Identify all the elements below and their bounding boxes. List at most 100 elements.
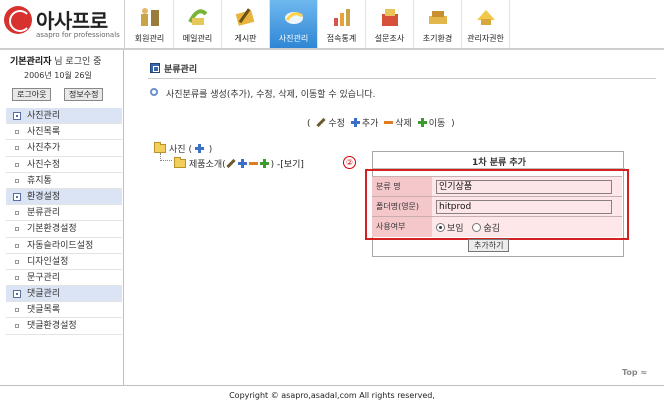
nav-item-photo-add[interactable]: 사진추가 xyxy=(6,140,122,157)
nav-item-basic-settings[interactable]: 기본환경설정 xyxy=(6,221,122,238)
menu-label: 접속통계 xyxy=(326,34,357,43)
nav-label: 분류관리 xyxy=(27,208,61,219)
logout-button[interactable]: 로그아웃 xyxy=(12,88,52,101)
nav-category-settings[interactable]: 환경설정 xyxy=(6,188,122,206)
bullet-icon xyxy=(15,211,19,216)
category-icon xyxy=(13,192,21,201)
legend-edit: 수정 xyxy=(328,119,345,129)
legend-move: 이동 xyxy=(428,119,446,129)
nav-item-trash[interactable]: 휴지통 xyxy=(6,173,122,189)
title-divider xyxy=(148,78,656,79)
category-icon xyxy=(13,112,21,120)
menu-label: 사진관리 xyxy=(278,34,309,43)
nav-category-comments[interactable]: 댓글관리 xyxy=(6,286,122,303)
menu-item-members[interactable]: 회원관리 xyxy=(126,0,174,48)
main-menu: 회원관리 메일관리 게시판 사진관리 접속통계 설문조사 초기환경 관리자권한 xyxy=(126,0,510,48)
page-title: 분류관리 xyxy=(164,65,198,75)
menu-item-statistics[interactable]: 접속통계 xyxy=(318,0,366,48)
bullet-icon xyxy=(15,162,19,167)
user-name: 기본관리자 xyxy=(10,57,52,67)
nav-item-phrase-manage[interactable]: 문구관리 xyxy=(6,270,122,287)
legend-add: 추가 xyxy=(361,119,379,129)
menu-label: 회원관리 xyxy=(134,34,165,43)
init-settings-icon xyxy=(429,11,447,24)
sidebar-nav: 사진관리 사진목록 사진추가 사진수정 휴지통 환경설정 분류관리 기본환경설정… xyxy=(6,108,122,335)
top-link-label: Top xyxy=(622,368,638,377)
sidebar: 기본관리자 님 로그인 중 2006년 10월 26일 로그아웃 정보수정 사진… xyxy=(0,50,124,385)
folder-icon xyxy=(154,142,166,153)
bullet-icon xyxy=(15,259,19,264)
login-suffix: 님 로그인 중 xyxy=(51,57,102,67)
nav-label: 댓글목록 xyxy=(27,305,61,316)
survey-icon xyxy=(382,9,398,26)
tree-node-label[interactable]: 제품소개 xyxy=(189,160,222,170)
bullet-icon xyxy=(15,275,19,280)
add-root-category-icon[interactable] xyxy=(194,144,204,153)
nav-item-design-settings[interactable]: 디자인설정 xyxy=(6,254,122,270)
tree-root-close: ) xyxy=(208,145,213,155)
back-to-top-link[interactable]: Top ≈ xyxy=(622,368,647,377)
brand-logo[interactable]: 아사프로 asapro for professionals xyxy=(4,4,120,44)
nav-item-slideshow-settings[interactable]: 자동슬라이드설정 xyxy=(6,238,122,254)
panel-title: 1차 분류 추가 xyxy=(472,158,526,168)
nav-item-category-manage[interactable]: 분류관리 xyxy=(6,205,122,222)
highlight-frame xyxy=(365,169,629,240)
nav-label: 댓글관리 xyxy=(27,289,61,300)
bullet-icon xyxy=(15,227,19,232)
section-icon xyxy=(150,63,160,73)
move-plus-icon[interactable] xyxy=(259,159,269,168)
legend-delete: 삭제 xyxy=(395,119,412,129)
brand-name: 아사프로 xyxy=(36,9,108,33)
menu-label: 설문조사 xyxy=(374,34,405,43)
nav-category-photo[interactable]: 사진관리 xyxy=(6,108,122,125)
edit-info-button[interactable]: 정보수정 xyxy=(64,88,104,101)
menu-item-survey[interactable]: 설문조사 xyxy=(366,0,414,48)
logo-mark-icon xyxy=(4,6,32,34)
move-plus-icon xyxy=(417,118,427,127)
menu-item-init-settings[interactable]: 초기환경 xyxy=(414,0,462,48)
menu-label: 게시판 xyxy=(234,34,257,43)
tree-connector xyxy=(160,153,172,161)
menu-item-photo[interactable]: 사진관리 xyxy=(270,0,318,48)
page-description: 사진분류를 생성(추가), 수정, 삭제, 이동할 수 있습니다. xyxy=(166,90,376,100)
nav-item-photo-edit[interactable]: 사진수정 xyxy=(6,157,122,173)
nav-item-photo-list[interactable]: 사진목록 xyxy=(6,124,122,141)
menu-label: 초기환경 xyxy=(422,34,453,43)
step-marker: ② xyxy=(343,156,356,169)
edit-pencil-icon[interactable] xyxy=(226,158,236,169)
current-date: 2006년 10월 26일 xyxy=(24,71,92,80)
photo-icon xyxy=(285,12,303,24)
tree-node-open: ( xyxy=(222,160,226,170)
board-icon xyxy=(235,8,255,26)
mail-icon xyxy=(188,9,208,25)
nav-item-comment-list[interactable]: 댓글목록 xyxy=(6,302,122,319)
add-category-button[interactable]: 추가하기 xyxy=(468,239,510,252)
bullet-icon xyxy=(15,146,19,151)
menu-label: 관리자권한 xyxy=(467,34,504,43)
top-bar: 아사프로 asapro for professionals 회원관리 메일관리 … xyxy=(0,0,664,48)
add-plus-icon[interactable] xyxy=(237,159,247,168)
view-link[interactable]: -[보기] xyxy=(277,160,304,170)
delete-minus-icon xyxy=(384,121,394,124)
bullet-icon xyxy=(15,178,19,183)
info-bullet-icon xyxy=(150,88,158,96)
menu-item-admin-permission[interactable]: 관리자권한 xyxy=(462,0,510,48)
nav-item-comment-settings[interactable]: 댓글환경설정 xyxy=(6,318,122,335)
edit-pencil-icon xyxy=(316,117,326,128)
nav-label: 휴지통 xyxy=(27,175,52,186)
bullet-icon xyxy=(15,243,19,248)
nav-label: 자동슬라이드설정 xyxy=(27,240,94,251)
menu-item-mail[interactable]: 메일관리 xyxy=(174,0,222,48)
delete-minus-icon[interactable] xyxy=(248,162,258,165)
brand-tagline: asapro for professionals xyxy=(36,31,120,39)
menu-item-board[interactable]: 게시판 xyxy=(222,0,270,48)
tree-root-open: ( xyxy=(188,145,192,155)
members-icon xyxy=(141,8,159,26)
nav-label: 환경설정 xyxy=(27,191,61,202)
bullet-icon xyxy=(15,308,19,313)
nav-label: 사진추가 xyxy=(27,143,61,154)
nav-label: 디자인설정 xyxy=(27,256,69,267)
nav-label: 사진관리 xyxy=(27,111,61,121)
nav-label: 댓글환경설정 xyxy=(27,321,77,332)
footer-copyright: Copyright © asapro,asadal,com All rights… xyxy=(229,391,435,400)
